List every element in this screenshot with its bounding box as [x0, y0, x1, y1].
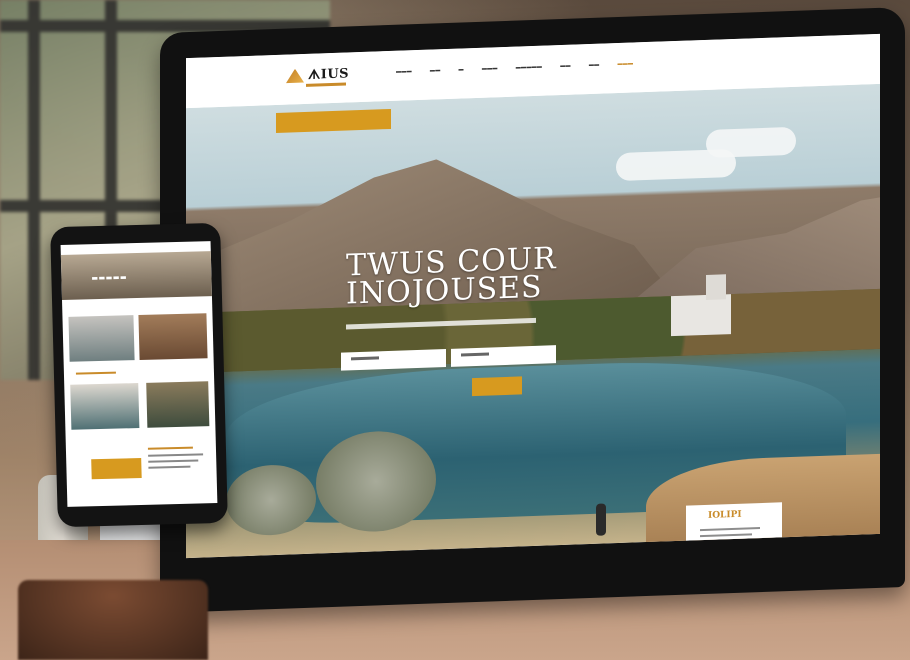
logo-icon: [286, 68, 304, 83]
phone-thumbnail[interactable]: [146, 381, 210, 428]
lakeside-building: [671, 274, 731, 337]
phone-hero-image: ▬▬▬▬▬: [60, 251, 212, 300]
hero-title: TWUS COUR INOJOUSES: [346, 241, 557, 312]
nav-item[interactable]: ▬▬: [430, 67, 441, 73]
monitor-screen: TWUS COUR INOJOUSES IOLIPI ᗑIUS ▬▬▬ ▬▬ ▬…: [186, 33, 880, 559]
smartphone: ▬▬▬▬▬: [50, 222, 228, 528]
search-field-1[interactable]: [341, 349, 446, 371]
cookies-plate: [18, 580, 208, 660]
nav-item[interactable]: ▬▬▬▬▬: [516, 64, 543, 71]
phone-thumbnail[interactable]: [68, 315, 135, 362]
search-button[interactable]: [472, 376, 522, 397]
card-title: IOLIPI: [708, 509, 742, 521]
nav-item[interactable]: ▬▬: [560, 63, 571, 69]
phone-thumbnail[interactable]: [138, 313, 208, 360]
nav-item[interactable]: ▬▬▬: [617, 60, 633, 67]
site-logo[interactable]: ᗑIUS: [286, 66, 349, 83]
nav-item[interactable]: ▬: [459, 66, 464, 72]
hero-image: TWUS COUR INOJOUSES IOLIPI: [186, 83, 880, 559]
site-nav: ▬▬▬ ▬▬ ▬ ▬▬▬ ▬▬▬▬▬ ▬▬ ▬▬ ▬▬▬: [396, 60, 633, 74]
nav-item[interactable]: ▬▬: [589, 62, 600, 68]
person-figure: [596, 503, 606, 536]
nav-item[interactable]: ▬▬▬: [396, 68, 412, 75]
info-card: IOLIPI: [686, 502, 782, 559]
phone-cta-button[interactable]: [91, 457, 142, 480]
nav-item[interactable]: ▬▬▬: [482, 65, 498, 72]
cloud: [706, 126, 796, 158]
phone-screen: ▬▬▬▬▬: [60, 241, 218, 507]
search-field-2[interactable]: [451, 345, 556, 367]
shrub: [226, 463, 316, 537]
phone-thumbnail[interactable]: [70, 383, 140, 430]
header-cta-button[interactable]: [276, 108, 391, 133]
desktop-monitor: TWUS COUR INOJOUSES IOLIPI ᗑIUS ▬▬▬ ▬▬ ▬…: [160, 6, 905, 614]
